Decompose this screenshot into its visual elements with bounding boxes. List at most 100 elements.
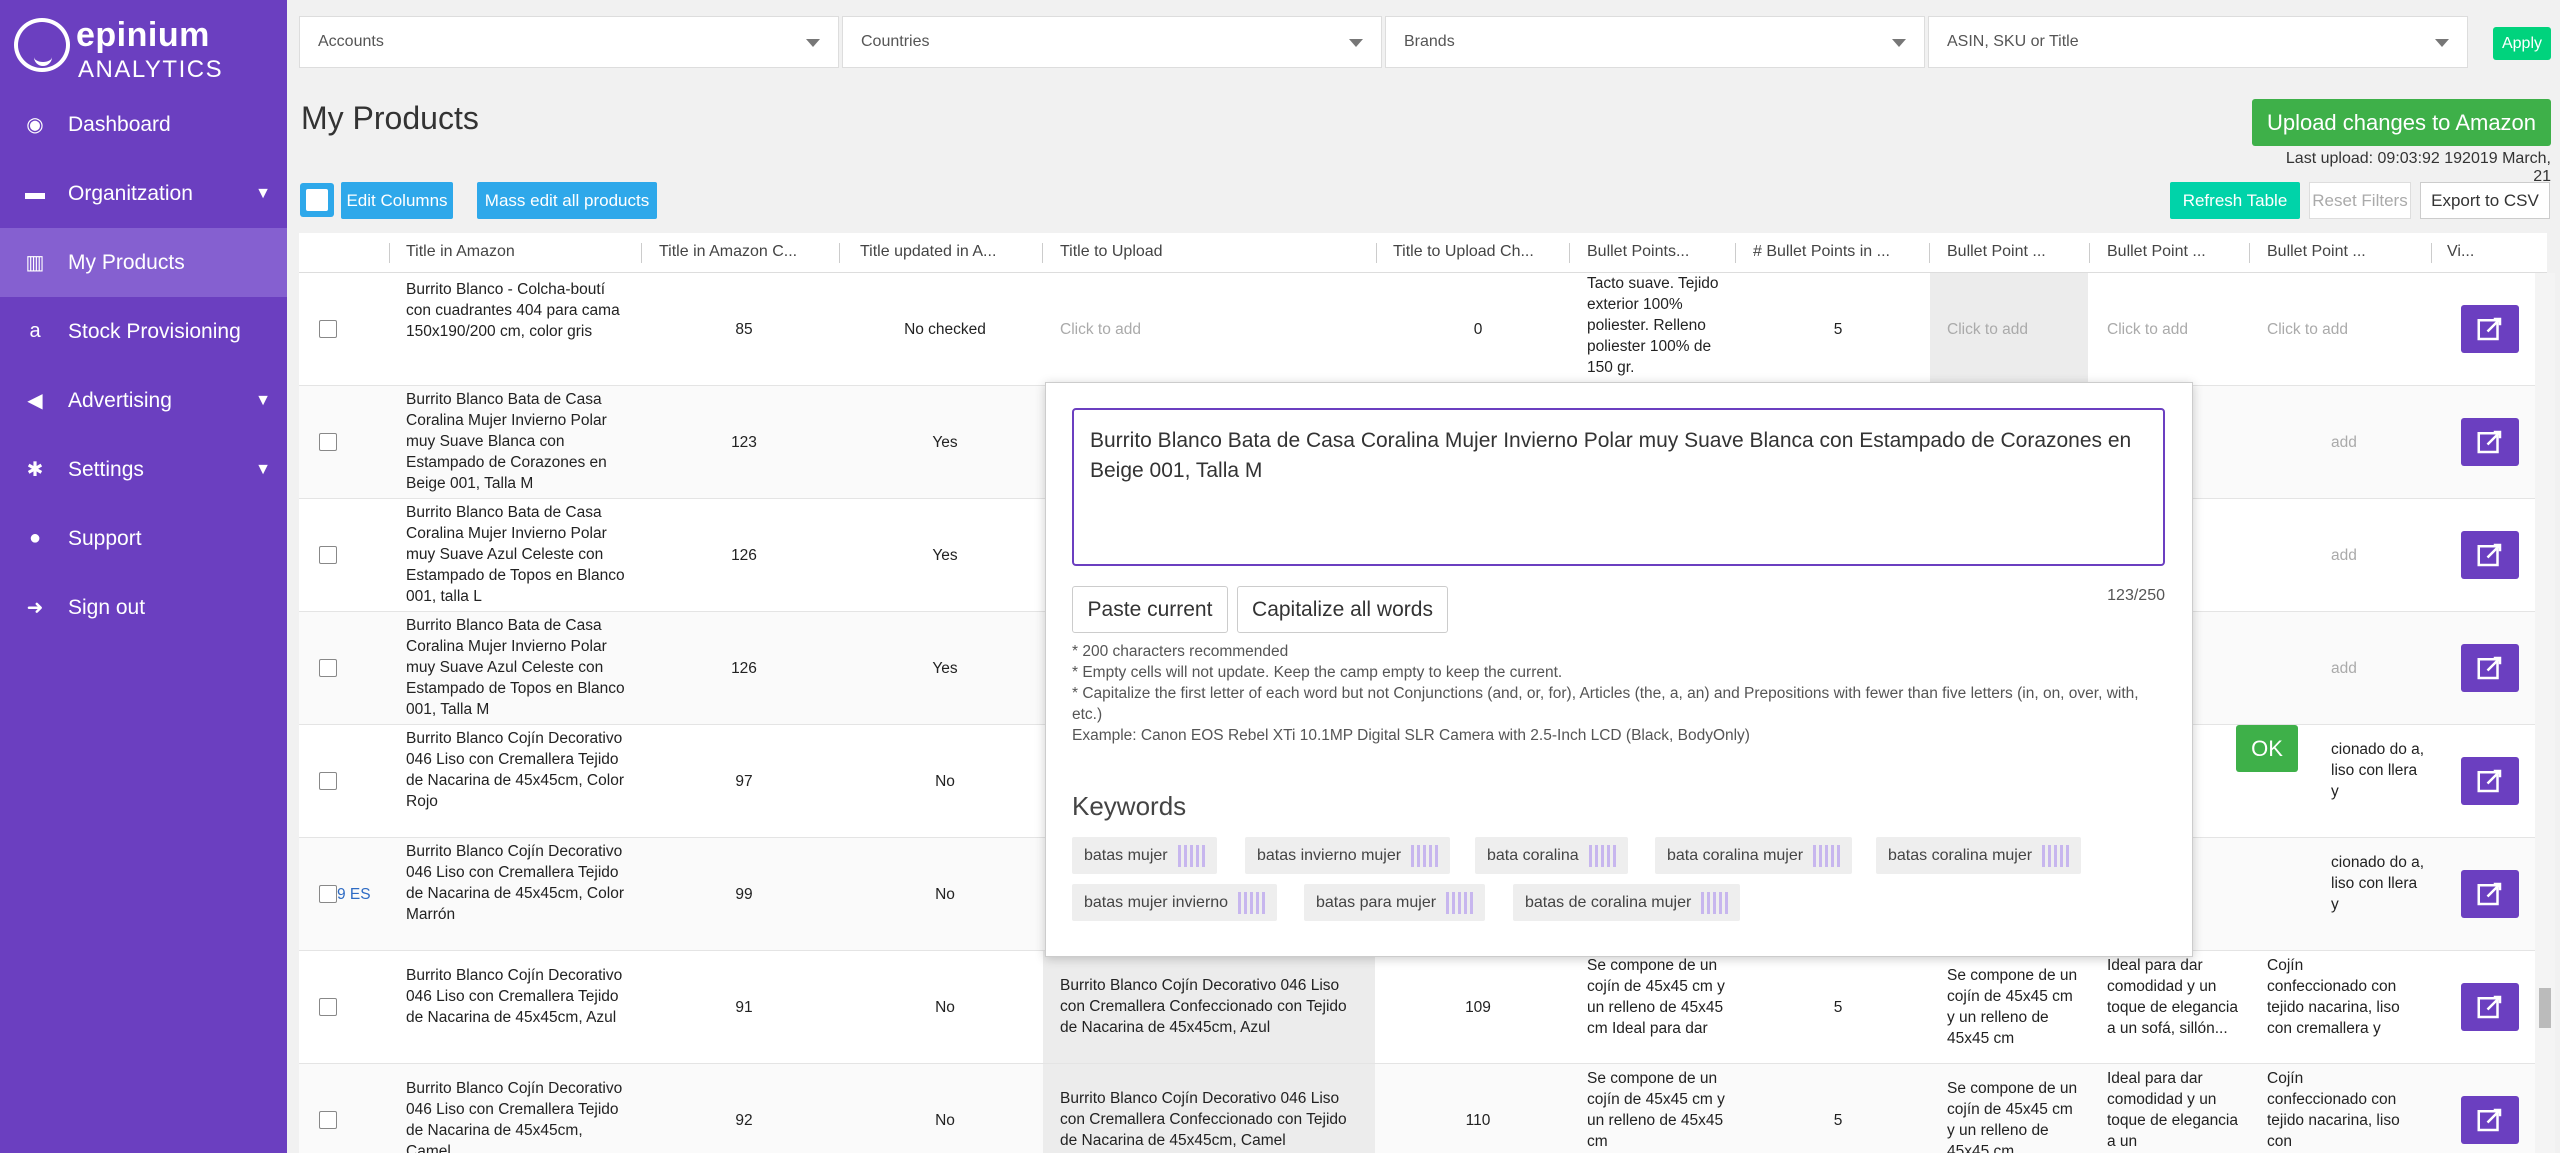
search-input[interactable]: ASIN, SKU or Title bbox=[1928, 16, 2468, 68]
bullet-point-cell[interactable]: Click to add bbox=[2267, 319, 2407, 340]
column-header[interactable]: Title to Upload bbox=[1060, 243, 1210, 261]
title-updated-cell: No bbox=[935, 999, 955, 1016]
edit-product-button[interactable] bbox=[2461, 757, 2519, 805]
row-checkbox[interactable] bbox=[319, 885, 337, 903]
keyword-chip[interactable]: batas para mujer bbox=[1304, 884, 1486, 921]
edit-product-button[interactable] bbox=[2461, 983, 2519, 1031]
bullet-point-cell[interactable]: Cojín confeccionado con tejido nacarina,… bbox=[2267, 955, 2402, 1059]
keyword-chip[interactable]: bata coralina mujer bbox=[1655, 837, 1853, 874]
edit-product-button[interactable] bbox=[2461, 531, 2519, 579]
last-upload-text: Last upload: 09:03:92 192019 March, 21 bbox=[2285, 150, 2551, 185]
reset-filters-button[interactable]: Reset Filters bbox=[2309, 182, 2411, 219]
row-checkbox[interactable] bbox=[319, 998, 337, 1016]
keyword-chip[interactable]: bata coralina bbox=[1475, 837, 1628, 874]
keyword-chip[interactable]: batas invierno mujer bbox=[1245, 837, 1451, 874]
title-textarea[interactable]: Burrito Blanco Bata de Casa Coralina Muj… bbox=[1072, 408, 2165, 566]
sidebar-item-organitzation[interactable]: ▬ Organitzation ▼ bbox=[0, 159, 287, 228]
bullet-point-cell[interactable]: add bbox=[2331, 432, 2391, 453]
guideline-line: Example: Canon EOS Rebel XTi 10.1MP Digi… bbox=[1072, 727, 1750, 744]
sidebar-item-sign-out[interactable]: ➜ Sign out bbox=[0, 573, 287, 642]
keyword-label: batas mujer bbox=[1084, 846, 1168, 864]
edit-product-button[interactable] bbox=[2461, 870, 2519, 918]
bullet-point-cell[interactable]: Ideal para dar comodidad y un toque de e… bbox=[2107, 1068, 2242, 1153]
keyword-label: batas invierno mujer bbox=[1257, 846, 1402, 864]
edit-product-button[interactable] bbox=[2461, 644, 2519, 692]
keyword-chip[interactable]: batas mujer bbox=[1072, 837, 1217, 874]
scrollbar-thumb[interactable] bbox=[2539, 988, 2551, 1028]
caret-down-icon bbox=[1349, 39, 1363, 47]
column-header[interactable]: Title in Amazon C... bbox=[659, 243, 804, 261]
row-checkbox[interactable] bbox=[319, 546, 337, 564]
edit-product-button[interactable] bbox=[2461, 418, 2519, 466]
column-header[interactable]: Bullet Point ... bbox=[1947, 243, 2067, 261]
row-checkbox[interactable] bbox=[319, 659, 337, 677]
bullet-point-cell[interactable]: Cojín confeccionado con tejido nacarina,… bbox=[2267, 1068, 2402, 1153]
sidebar-item-dashboard[interactable]: ◉ Dashboard bbox=[0, 90, 287, 159]
bullet-point-cell[interactable]: add bbox=[2331, 545, 2391, 566]
keyword-chip[interactable]: batas de coralina mujer bbox=[1513, 884, 1741, 921]
title-updated-cell: No bbox=[935, 886, 955, 903]
edit-product-button[interactable] bbox=[2461, 305, 2519, 353]
edit-columns-button[interactable]: Edit Columns bbox=[341, 182, 453, 219]
capitalize-words-button[interactable]: Capitalize all words bbox=[1237, 586, 1448, 633]
edit-product-button[interactable] bbox=[2461, 1096, 2519, 1144]
keyword-chip[interactable]: batas coralina mujer bbox=[1876, 837, 2082, 874]
column-divider bbox=[641, 243, 642, 263]
sidebar-item-label: Advertising bbox=[68, 388, 172, 412]
marketplace-link[interactable]: 9 ES bbox=[337, 884, 377, 905]
bullet-point-cell[interactable]: Click to add bbox=[1930, 273, 2088, 385]
title-to-upload-cell[interactable]: Click to add bbox=[1060, 319, 1360, 340]
sidebar-item-stock-provisioning[interactable]: a Stock Provisioning bbox=[0, 297, 287, 366]
epinium-logo[interactable]: epinium ANALYTICS bbox=[12, 14, 282, 83]
paste-current-button[interactable]: Paste current bbox=[1072, 586, 1228, 633]
refresh-table-button[interactable]: Refresh Table bbox=[2170, 182, 2300, 219]
table-row[interactable]: Burrito Blanco Cojín Decorativo 046 Liso… bbox=[299, 951, 2547, 1064]
column-header[interactable]: Title to Upload Ch... bbox=[1393, 243, 1538, 261]
title-to-upload-cell[interactable]: Burrito Blanco Cojín Decorativo 046 Liso… bbox=[1043, 1064, 1375, 1153]
mass-edit-button[interactable]: Mass edit all products bbox=[477, 182, 657, 219]
column-header[interactable]: Bullet Point ... bbox=[2107, 243, 2227, 261]
row-checkbox[interactable] bbox=[319, 433, 337, 451]
title-count-cell: 91 bbox=[735, 999, 753, 1016]
bullet-point-cell[interactable]: Se compone de un cojín de 45x45 cm y un … bbox=[1947, 1078, 2082, 1153]
accounts-select[interactable]: Accounts bbox=[299, 16, 839, 68]
column-header[interactable]: Bullet Points... bbox=[1587, 243, 1707, 261]
table-row[interactable]: Burrito Blanco - Colcha-boutí con cuadra… bbox=[299, 273, 2547, 386]
countries-select[interactable]: Countries bbox=[842, 16, 1382, 68]
bullet-point-cell[interactable]: Click to add bbox=[2107, 319, 2247, 340]
table-scrollbar[interactable] bbox=[2535, 273, 2555, 1153]
column-header[interactable]: Title in Amazon bbox=[406, 243, 536, 261]
column-header[interactable]: Title updated in A... bbox=[860, 243, 1005, 261]
bullet-count-cell: 5 bbox=[1833, 999, 1843, 1016]
folder-icon: ▬ bbox=[25, 182, 45, 204]
row-checkbox[interactable] bbox=[319, 772, 337, 790]
upload-to-amazon-button[interactable]: Upload changes to Amazon bbox=[2252, 99, 2551, 146]
relevance-bars-icon bbox=[1446, 891, 1474, 914]
column-header[interactable]: # Bullet Points in ... bbox=[1753, 243, 1898, 261]
row-checkbox[interactable] bbox=[319, 320, 337, 338]
export-csv-button[interactable]: Export to CSV bbox=[2420, 182, 2550, 219]
title-to-upload-cell[interactable]: Burrito Blanco Cojín Decorativo 046 Liso… bbox=[1043, 951, 1375, 1063]
sidebar-item-my-products[interactable]: ▥ My Products bbox=[0, 228, 287, 297]
title-updated-cell: No checked bbox=[904, 321, 986, 338]
sidebar-item-settings[interactable]: ✱ Settings ▼ bbox=[0, 435, 287, 504]
sidebar-item-support[interactable]: ● Support bbox=[0, 504, 287, 573]
column-header[interactable]: Vi... bbox=[2447, 243, 2497, 261]
keyword-chip[interactable]: batas mujer invierno bbox=[1072, 884, 1278, 921]
bullet-point-cell[interactable]: Ideal para dar comodidad y un toque de e… bbox=[2107, 955, 2242, 1059]
bullet-point-cell[interactable]: cionado do a, liso con llera y bbox=[2331, 739, 2426, 831]
title-count-cell: 126 bbox=[731, 660, 757, 677]
bullet-point-cell[interactable]: add bbox=[2331, 658, 2391, 679]
column-header[interactable]: Bullet Point ... bbox=[2267, 243, 2387, 261]
select-all-checkbox[interactable] bbox=[300, 183, 334, 217]
row-checkbox[interactable] bbox=[319, 1111, 337, 1129]
sidebar-item-advertising[interactable]: ◀ Advertising ▼ bbox=[0, 366, 287, 435]
title-count-cell: 99 bbox=[735, 886, 753, 903]
table-row[interactable]: Burrito Blanco Cojín Decorativo 046 Liso… bbox=[299, 1064, 2547, 1153]
apply-button[interactable]: Apply bbox=[2493, 27, 2551, 60]
bullet-point-cell[interactable]: Se compone de un cojín de 45x45 cm y un … bbox=[1947, 965, 2082, 1057]
guideline-line: * Empty cells will not update. Keep the … bbox=[1072, 664, 1563, 681]
ok-button[interactable]: OK bbox=[2236, 725, 2298, 772]
bullet-point-cell[interactable]: cionado do a, liso con llera y bbox=[2331, 852, 2426, 944]
brands-select[interactable]: Brands bbox=[1385, 16, 1925, 68]
